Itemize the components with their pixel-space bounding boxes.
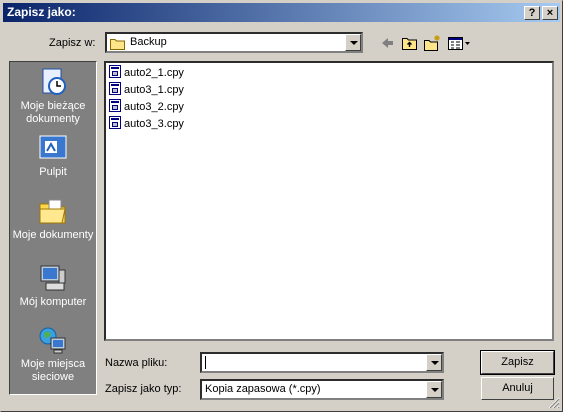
- file-type-select[interactable]: Kopia zapasowa (*.cpy): [200, 379, 444, 400]
- save-in-label: Zapisz w:: [49, 37, 96, 49]
- place-label: Moje miejsca sieciowe: [20, 358, 86, 383]
- file-name-dropdown-button[interactable]: [426, 354, 442, 371]
- network-places-icon: [39, 327, 66, 354]
- file-name-label: Nazwa pliku:: [105, 357, 168, 369]
- close-button[interactable]: ×: [542, 6, 558, 20]
- place-desktop[interactable]: Pulpit: [10, 132, 96, 179]
- my-documents-icon: [39, 199, 66, 224]
- place-label: Mój komputer: [19, 296, 87, 308]
- file-icon: [109, 116, 121, 129]
- file-name: auto2_1.cpy: [124, 67, 184, 79]
- place-my-documents[interactable]: Moje dokumenty: [10, 195, 96, 242]
- save-button[interactable]: Zapisz: [480, 350, 555, 375]
- file-icon: [109, 99, 121, 112]
- list-item[interactable]: auto3_2.cpy: [109, 99, 184, 115]
- place-label: Moje dokumenty: [12, 229, 94, 241]
- folder-icon: [110, 39, 125, 50]
- place-label: Pulpit: [39, 166, 67, 178]
- place-recent-documents[interactable]: Moje bieżące dokumenty: [10, 66, 96, 126]
- text-cursor: [205, 356, 206, 369]
- list-item[interactable]: auto3_3.cpy: [109, 116, 184, 132]
- view-menu-icon[interactable]: [446, 34, 472, 52]
- list-item[interactable]: auto3_1.cpy: [109, 82, 184, 98]
- places-bar: Moje bieżące dokumenty Pulpit Moje dokum…: [9, 61, 97, 395]
- back-icon[interactable]: [378, 34, 398, 52]
- file-icon: [109, 65, 121, 78]
- dialog-title: Zapisz jako:: [7, 5, 76, 19]
- help-button[interactable]: ?: [524, 6, 540, 20]
- up-folder-icon[interactable]: [400, 34, 420, 52]
- save-in-value: Backup: [130, 36, 167, 48]
- recent-documents-icon: [42, 68, 66, 95]
- my-computer-icon: [40, 265, 66, 291]
- save-in-combo[interactable]: Backup: [105, 32, 363, 53]
- list-item[interactable]: auto2_1.cpy: [109, 65, 184, 81]
- file-name-input[interactable]: [200, 352, 444, 373]
- new-folder-icon[interactable]: [422, 34, 442, 52]
- desktop-icon: [39, 135, 67, 159]
- file-name: auto3_1.cpy: [124, 84, 184, 96]
- place-network[interactable]: Moje miejsca sieciowe: [10, 324, 96, 384]
- file-type-label: Zapisz jako typ:: [105, 383, 182, 395]
- place-my-computer[interactable]: Mój komputer: [10, 262, 96, 309]
- file-icon: [109, 82, 121, 95]
- file-type-dropdown-button[interactable]: [426, 381, 442, 398]
- resize-grip-icon[interactable]: [548, 397, 560, 409]
- file-type-value: Kopia zapasowa (*.cpy): [205, 383, 321, 395]
- file-name: auto3_3.cpy: [124, 118, 184, 130]
- cancel-button[interactable]: Anuluj: [481, 377, 554, 400]
- save-as-dialog: Zapisz jako: ? × Zapisz w: Backup Moje b…: [0, 0, 563, 412]
- file-list[interactable]: auto2_1.cpy auto3_1.cpy auto3_2.cpy auto…: [104, 61, 554, 341]
- place-label: Moje bieżące dokumenty: [20, 100, 86, 125]
- file-name: auto3_2.cpy: [124, 101, 184, 113]
- title-bar[interactable]: Zapisz jako: ? ×: [3, 3, 560, 22]
- save-in-dropdown-button[interactable]: [345, 34, 361, 51]
